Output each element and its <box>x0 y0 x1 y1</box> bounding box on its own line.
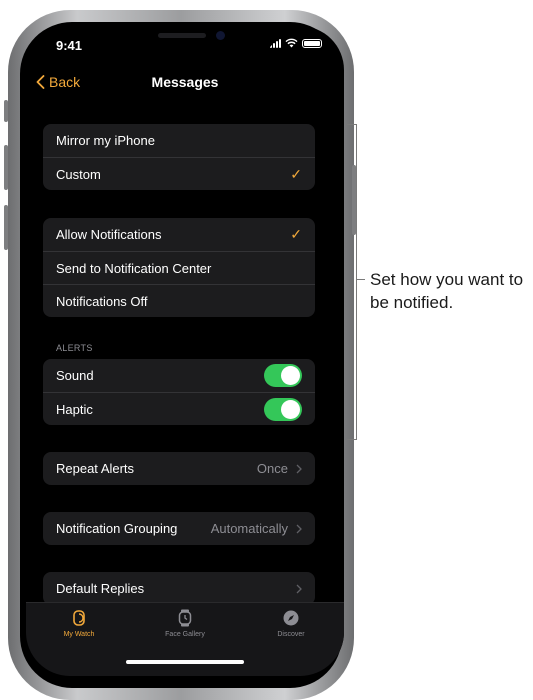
tab-face-gallery[interactable]: Face Gallery <box>132 609 238 638</box>
sound-label: Sound <box>56 368 94 383</box>
option-label: Notifications Off <box>56 293 148 309</box>
option-label: Allow Notifications <box>56 227 162 242</box>
option-custom[interactable]: Custom ✓ <box>43 157 315 190</box>
callout-bracket <box>347 124 357 440</box>
sound-row: Sound <box>43 359 315 392</box>
option-allow-notifications[interactable]: Allow Notifications ✓ <box>43 218 315 251</box>
alerts-section-header: ALERTS <box>56 343 93 353</box>
option-label: Send to Notification Center <box>56 260 212 276</box>
wifi-icon <box>285 38 298 48</box>
mirror-settings-group: Mirror my iPhone Custom ✓ <box>43 124 315 190</box>
tab-label: My Watch <box>63 631 95 638</box>
tab-discover[interactable]: Discover <box>238 609 344 638</box>
notification-settings-group: Allow Notifications ✓ Send to Notificati… <box>43 218 315 317</box>
tab-my-watch[interactable]: My Watch <box>26 609 132 638</box>
option-send-to-notification-center[interactable]: Send to Notification Center <box>43 251 315 284</box>
front-camera <box>216 31 225 40</box>
callout-text: Set how you want to be notified. <box>370 270 524 312</box>
volume-up-button <box>4 145 8 190</box>
repeat-alerts-row[interactable]: Repeat Alerts Once <box>43 452 315 485</box>
watch-icon <box>73 610 85 626</box>
chevron-right-icon <box>296 524 302 533</box>
notch <box>96 26 274 54</box>
haptic-toggle[interactable] <box>264 397 302 421</box>
battery-icon <box>302 38 322 48</box>
checkmark-icon: ✓ <box>290 165 302 182</box>
alerts-group: Sound Haptic <box>43 359 315 425</box>
phone-screen: 9:41 Back Messages Mirror my iPhone Cust… <box>26 26 344 676</box>
option-mirror-my-iphone[interactable]: Mirror my iPhone <box>43 124 315 157</box>
haptic-row: Haptic <box>43 392 315 425</box>
speaker-grille <box>158 33 206 38</box>
repeat-alerts-value: Once <box>256 461 288 476</box>
option-label: Mirror my iPhone <box>56 133 155 148</box>
navigation-bar: Back Messages <box>26 70 344 94</box>
checkmark-icon: ✓ <box>290 226 302 242</box>
default-replies-label: Default Replies <box>56 581 145 596</box>
sound-toggle[interactable] <box>264 364 302 387</box>
tab-label: Face Gallery <box>165 631 205 638</box>
notification-grouping-label: Notification Grouping <box>56 521 178 536</box>
callout-leader-line <box>357 279 365 280</box>
status-time: 9:41 <box>56 38 83 53</box>
home-indicator[interactable] <box>126 660 244 664</box>
compass-icon <box>283 610 299 626</box>
option-notifications-off[interactable]: Notifications Off <box>43 284 315 317</box>
repeat-alerts-label: Repeat Alerts <box>56 461 135 476</box>
status-icons <box>270 38 322 48</box>
notification-grouping-value: Automatically <box>210 521 288 536</box>
volume-down-button <box>4 205 8 250</box>
default-replies-group: Default Replies <box>43 572 315 605</box>
chevron-right-icon <box>296 464 302 473</box>
notification-grouping-group: Notification Grouping Automatically <box>43 512 315 545</box>
tab-label: Discover <box>277 631 305 638</box>
option-label: Custom <box>56 166 101 182</box>
page-title: Messages <box>151 74 219 90</box>
notification-grouping-row[interactable]: Notification Grouping Automatically <box>43 512 315 545</box>
haptic-label: Haptic <box>56 401 93 417</box>
default-replies-row[interactable]: Default Replies <box>43 572 315 605</box>
tab-bar: My Watch Face Gallery Discover <box>26 602 344 676</box>
face-gallery-icon <box>178 609 192 627</box>
mute-switch <box>4 100 8 122</box>
repeat-alerts-group: Repeat Alerts Once <box>43 452 315 485</box>
chevron-right-icon <box>296 584 302 593</box>
